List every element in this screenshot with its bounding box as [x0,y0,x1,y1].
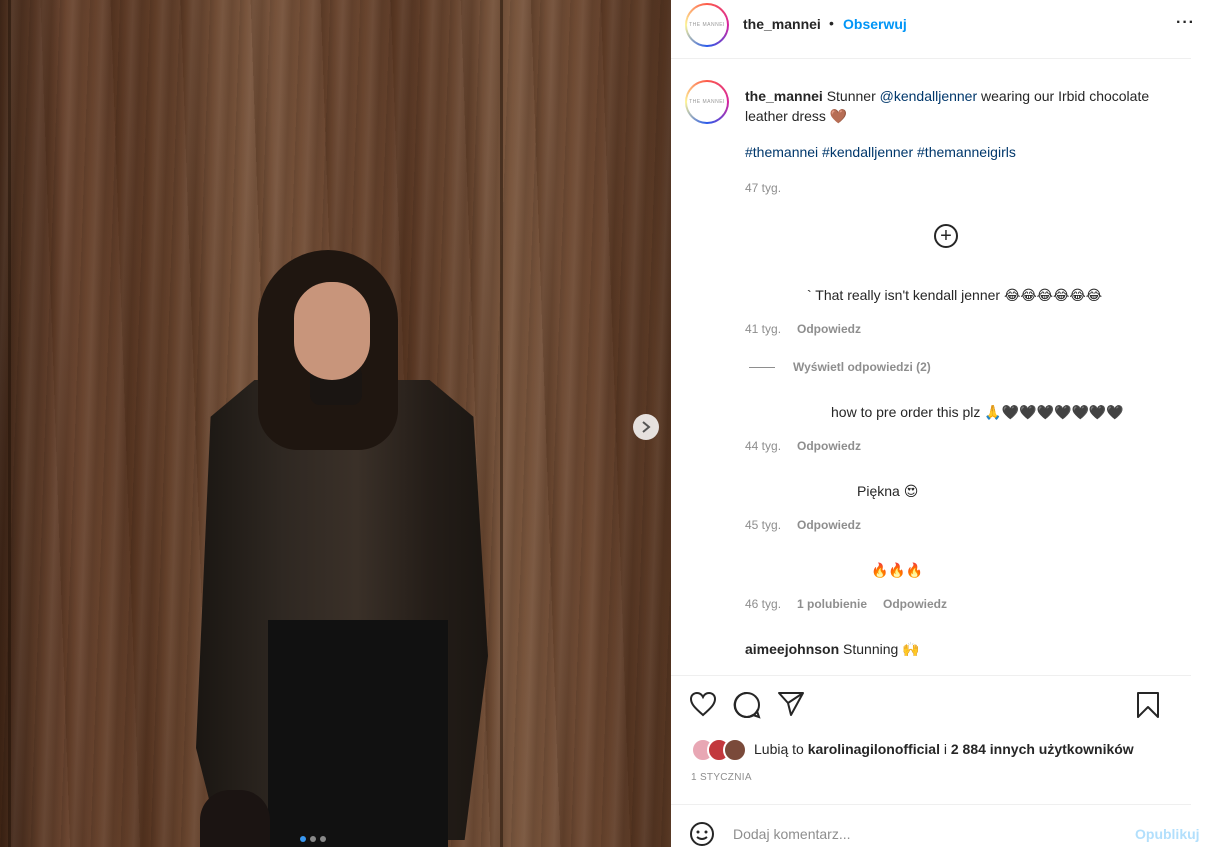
add-comment-bar: Dodaj komentarz... Opublikuj [671,804,1200,848]
post-photo[interactable] [0,0,671,847]
reply-button[interactable]: Odpowiedz [797,439,861,453]
post-comment-button[interactable]: Opublikuj [1135,826,1200,842]
carousel-dot [310,836,316,842]
post-header: THE MANNEI the_mannei • Obserwuj ··· [671,0,1194,59]
post-actions: Lubią to karolinagilonofficial i 2 884 i… [671,675,1191,806]
comment-text: 🔥🔥🔥 [871,562,924,578]
comment-time: 46 tyg. [745,597,782,611]
carousel-dot [320,836,326,842]
bookmark-icon[interactable] [1136,691,1160,719]
post-date[interactable]: 1 STYCZNIA [691,772,752,783]
comment-text: Piękna 😍 [857,483,919,499]
share-icon[interactable] [777,691,805,717]
comment-body: Stunning 🙌 [843,641,920,657]
caption: the_mannei Stunner @kendalljenner wearin… [745,86,1185,126]
caption-time: 47 tyg. [745,181,782,195]
header-separator: • [829,15,834,31]
caption-hashtags[interactable]: #themannei #kendalljenner #themanneigirl… [745,144,1016,160]
likes-prefix: Lubią to [754,741,808,757]
photo-legs [268,620,448,847]
carousel-dot [300,836,306,842]
comment-username[interactable]: aimeejohnson [745,641,839,657]
reply-button[interactable]: Odpowiedz [883,597,947,611]
caption-text: Stunner [826,88,880,104]
comment-time: 41 tyg. [745,322,782,336]
avatar-logo: THE MANNEI [689,99,725,105]
wall-panel-seam [500,0,503,847]
wall-panel-seam [8,0,11,847]
caption-mention[interactable]: @kendalljenner [880,88,978,104]
next-image-button[interactable] [633,414,659,440]
liker-avatar [723,738,747,762]
chevron-right-icon [642,421,651,433]
reply-divider [749,367,775,368]
caption-username[interactable]: the_mannei [745,88,823,104]
comment-text: aimeejohnson Stunning 🙌 [745,641,920,658]
comment-text: how to pre order this plz 🙏🖤🖤🖤🖤🖤🖤🖤 [831,404,1124,420]
photo-face [294,282,370,380]
heart-icon[interactable] [689,691,717,717]
reply-button[interactable]: Odpowiedz [797,518,861,532]
likes-middle: i [939,741,951,757]
liker-avatars[interactable] [691,738,747,762]
avatar-logo: THE MANNEI [689,22,725,28]
comment-input[interactable]: Dodaj komentarz... [733,826,851,842]
likes-summary[interactable]: Lubią to karolinagilonofficial i 2 884 i… [754,741,1134,757]
comments-list[interactable]: THE MANNEI the_mannei Stunner @kendallje… [671,58,1191,675]
comment-likes[interactable]: 1 polubienie [797,597,867,611]
comment-time: 45 tyg. [745,518,782,532]
likes-user[interactable]: karolinagilonofficial [808,741,940,757]
more-options-icon[interactable]: ··· [1176,14,1195,32]
photo-bag [200,790,270,847]
follow-button[interactable]: Obserwuj [843,16,907,32]
carousel-dots [300,836,326,842]
comment-icon[interactable] [733,691,761,719]
comment-time: 44 tyg. [745,439,782,453]
load-more-comments-icon[interactable]: + [934,224,958,248]
likes-count[interactable]: 2 884 innych użytkowników [951,741,1134,757]
reply-button[interactable]: Odpowiedz [797,322,861,336]
view-replies-button[interactable]: Wyświetl odpowiedzi (2) [793,360,931,374]
comment-text: ` That really isn't kendall jenner 😂😂😂😂😂… [807,287,1103,303]
post-side-panel: THE MANNEI the_mannei • Obserwuj ··· THE… [671,0,1200,848]
header-username[interactable]: the_mannei [743,16,821,32]
plus-icon: + [940,225,952,247]
emoji-icon[interactable] [689,821,715,847]
avatar[interactable]: THE MANNEI [685,3,729,47]
caption-avatar[interactable]: THE MANNEI [685,80,729,124]
